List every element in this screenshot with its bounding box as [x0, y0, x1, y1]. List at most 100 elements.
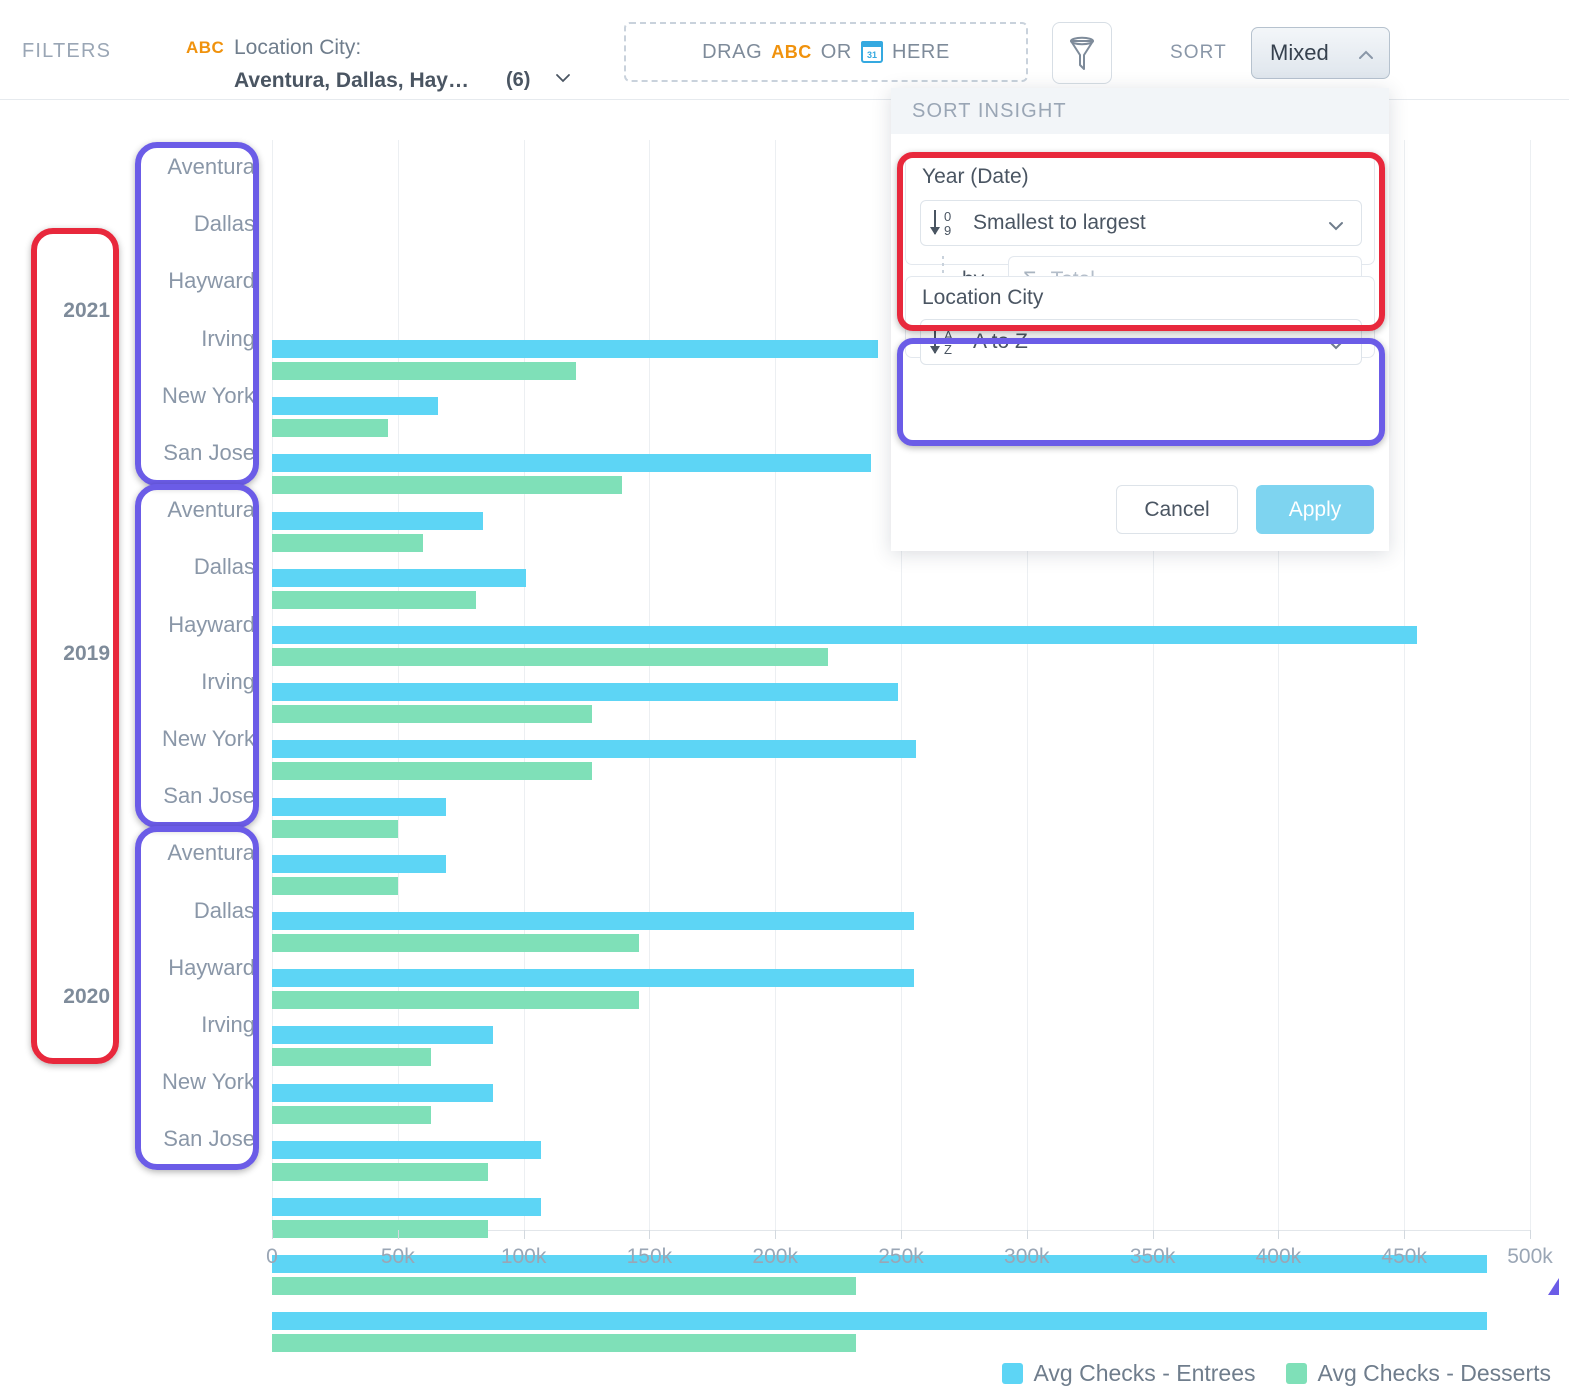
bar-desserts[interactable]: [272, 591, 476, 609]
x-axis-tick-label: 50k: [353, 1245, 443, 1269]
bar-entrees[interactable]: [272, 740, 916, 758]
bar-desserts[interactable]: [272, 419, 388, 437]
y-axis-year-label: 2019: [36, 642, 110, 666]
legend-item[interactable]: Avg Checks - Desserts: [1286, 1360, 1551, 1387]
filters-label: FILTERS: [22, 40, 111, 63]
sort-insight-header: SORT INSIGHT: [891, 88, 1389, 134]
sort-mode-button[interactable]: Mixed: [1251, 27, 1390, 79]
sort-icon-top-char: A: [944, 329, 953, 342]
x-axis-tick-label: 200k: [730, 1245, 820, 1269]
bar-entrees[interactable]: [272, 1026, 493, 1044]
x-axis-tick-label: 300k: [982, 1245, 1072, 1269]
chevron-down-icon: [1325, 334, 1347, 356]
bar-desserts[interactable]: [272, 1277, 856, 1295]
sort-card-year-label: Year (Date): [922, 165, 1029, 189]
sort-label: SORT: [1170, 42, 1227, 64]
legend-swatch: [1286, 1363, 1307, 1384]
y-axis-city-label: Aventura: [145, 154, 255, 180]
y-axis-city-label: Dallas: [145, 554, 255, 580]
bar-desserts[interactable]: [272, 648, 828, 666]
sort-card-city-label: Location City: [922, 286, 1043, 310]
filter-chip-field: Location City:: [234, 36, 361, 60]
y-axis-city-label: San Jose: [145, 440, 255, 466]
gridline: [1530, 140, 1531, 1230]
y-axis-city-label: Irving: [145, 326, 255, 352]
bar-desserts[interactable]: [272, 991, 639, 1009]
bar-entrees[interactable]: [272, 969, 914, 987]
drag-field-dropzone[interactable]: DRAG ABC OR 31 HERE: [624, 22, 1028, 82]
bar-desserts[interactable]: [272, 934, 639, 952]
bar-entrees[interactable]: [272, 397, 438, 415]
gridline: [1404, 140, 1405, 1230]
sort-mode-value: Mixed: [1270, 40, 1329, 66]
y-axis-city-label: Hayward: [145, 268, 255, 294]
y-axis-city-label: San Jose: [145, 783, 255, 809]
bar-desserts[interactable]: [272, 534, 423, 552]
sort-icon-bottom-char: Z: [944, 343, 952, 356]
bar-desserts[interactable]: [272, 1048, 431, 1066]
sort-icon-bottom-char: 9: [944, 224, 951, 237]
sort-numeric-ascending-icon: 0 9: [927, 208, 967, 238]
sort-card-location-city: Location City A Z A to Z: [905, 276, 1375, 358]
dropzone-here-label: HERE: [892, 41, 950, 64]
bar-entrees[interactable]: [272, 1312, 1487, 1330]
bar-entrees[interactable]: [272, 912, 914, 930]
filter-button[interactable]: [1052, 22, 1112, 84]
y-axis-city-label: Dallas: [145, 898, 255, 924]
chevron-down-icon[interactable]: [553, 68, 573, 88]
bar-desserts[interactable]: [272, 877, 398, 895]
x-axis-tick: [1027, 1230, 1028, 1239]
bar-desserts[interactable]: [272, 705, 592, 723]
year-sort-order-select[interactable]: 0 9 Smallest to largest: [920, 200, 1362, 246]
y-axis-city-label: Irving: [145, 1012, 255, 1038]
bar-entrees[interactable]: [272, 1198, 541, 1216]
bar-desserts[interactable]: [272, 1334, 856, 1352]
funnel-icon: [1053, 23, 1111, 83]
y-axis-city-label: Dallas: [145, 211, 255, 237]
filter-chip-location-city[interactable]: ABC Location City: Aventura, Dallas, Hay…: [186, 14, 576, 86]
x-axis-tick-label: 100k: [479, 1245, 569, 1269]
legend-item[interactable]: Avg Checks - Entrees: [1002, 1360, 1256, 1387]
bar-desserts[interactable]: [272, 1106, 431, 1124]
x-axis-tick-label: 450k: [1359, 1245, 1449, 1269]
cancel-button[interactable]: Cancel: [1116, 485, 1238, 534]
bar-desserts[interactable]: [272, 820, 398, 838]
x-axis-tick-label: 400k: [1233, 1245, 1323, 1269]
x-axis-tick: [398, 1230, 399, 1239]
bar-entrees[interactable]: [272, 1141, 541, 1159]
bar-entrees[interactable]: [272, 454, 871, 472]
x-axis-tick: [901, 1230, 902, 1239]
bar-entrees[interactable]: [272, 626, 1417, 644]
bar-entrees[interactable]: [272, 512, 483, 530]
chart-legend: Avg Checks - Entrees Avg Checks - Dessert…: [0, 1355, 1569, 1391]
bar-entrees[interactable]: [272, 855, 446, 873]
y-axis-city-label: Irving: [145, 669, 255, 695]
calendar-icon-day: 31: [863, 51, 881, 60]
apply-button[interactable]: Apply: [1256, 485, 1374, 534]
legend-label: Avg Checks - Entrees: [1034, 1360, 1256, 1387]
bar-desserts[interactable]: [272, 1220, 488, 1238]
bar-desserts[interactable]: [272, 362, 576, 380]
x-axis-tick: [1404, 1230, 1405, 1239]
bar-entrees[interactable]: [272, 683, 898, 701]
legend-label: Avg Checks - Desserts: [1318, 1360, 1551, 1387]
corner-marker: [1548, 1278, 1559, 1295]
x-axis-tick-label: 0: [227, 1245, 317, 1269]
filter-chip-values: Aventura, Dallas, Hay…: [234, 69, 469, 93]
bar-entrees[interactable]: [272, 798, 446, 816]
bar-desserts[interactable]: [272, 476, 622, 494]
x-axis-tick: [775, 1230, 776, 1239]
bar-desserts[interactable]: [272, 762, 592, 780]
bar-entrees[interactable]: [272, 569, 526, 587]
sort-icon-top-char: 0: [944, 210, 951, 223]
x-axis-tick-label: 500k: [1485, 1245, 1569, 1269]
y-axis-city-label: San Jose: [145, 1126, 255, 1152]
bar-entrees[interactable]: [272, 1084, 493, 1102]
y-axis-city-label: Aventura: [145, 497, 255, 523]
y-axis-city-label: Hayward: [145, 955, 255, 981]
y-axis-year-label: 2021: [36, 299, 110, 323]
y-axis-city-label: Aventura: [145, 840, 255, 866]
bar-entrees[interactable]: [272, 340, 878, 358]
city-sort-order-select[interactable]: A Z A to Z: [920, 319, 1362, 365]
bar-desserts[interactable]: [272, 1163, 488, 1181]
